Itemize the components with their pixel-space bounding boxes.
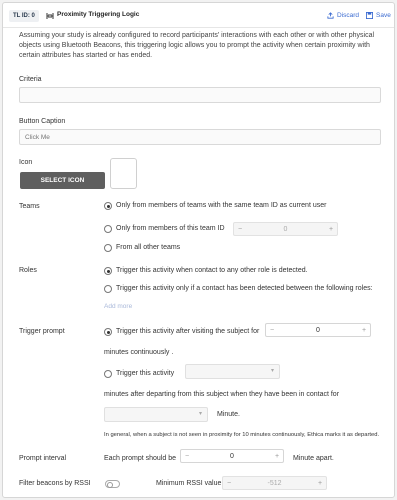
tl-id-badge: TL ID: 0 [9, 10, 39, 22]
criteria-input[interactable] [19, 87, 381, 103]
filter-beacons-label: Filter beacons by RSSI [19, 480, 91, 487]
min-rssi-increment[interactable]: + [314, 480, 326, 487]
min-rssi-value: -512 [267, 479, 282, 487]
filter-beacons-toggle[interactable] [105, 480, 120, 488]
criteria-label: Criteria [19, 76, 42, 83]
trigger-radio-after-visiting[interactable] [104, 328, 112, 336]
prompt-interval-stepper[interactable]: − 0 + [180, 449, 284, 463]
chevron-down-icon: ▾ [198, 411, 202, 417]
trigger-option-after-departing: Trigger this activity [116, 370, 175, 377]
save-icon [366, 12, 373, 19]
discard-label: Discard [337, 12, 360, 19]
teams-radio-same-team[interactable] [104, 202, 112, 210]
visiting-minutes-decrement[interactable]: − [266, 327, 278, 334]
min-rssi-stepper[interactable]: − -512 + [222, 476, 327, 490]
discard-icon [327, 12, 334, 19]
prompt-interval-suffix: Minute apart. [293, 455, 334, 462]
visiting-minutes-value: 0 [316, 326, 320, 334]
header-divider [3, 27, 394, 28]
teams-radio-all-other[interactable] [104, 244, 112, 252]
departing-minutes-select[interactable]: ▾ [185, 364, 280, 379]
description-text: Assuming your study is already configure… [19, 32, 375, 59]
button-caption-label: Button Caption [19, 118, 66, 125]
logic-title: Proximity Triggering Logic [57, 11, 140, 18]
discard-button[interactable]: Discard [327, 12, 359, 19]
proximity-icon [46, 13, 54, 19]
trigger-prompt-label: Trigger prompt [19, 328, 65, 335]
minutes-after-departing-text: minutes after departing from this subjec… [104, 391, 340, 398]
chevron-down-icon: ▾ [270, 368, 274, 374]
roles-option-any: Trigger this activity when contact to an… [116, 267, 308, 274]
team-id-increment[interactable]: + [325, 226, 337, 233]
icon-label: Icon [19, 159, 33, 166]
select-icon-button[interactable]: SELECT ICON [20, 172, 105, 189]
prompt-interval-decrement[interactable]: − [181, 453, 193, 460]
minute-suffix: Minute. [217, 411, 240, 418]
proximity-logic-card: TL ID: 0 Proximity Triggering Logic Disc… [2, 2, 395, 498]
minutes-continuously-text: minutes continuously . [104, 349, 174, 356]
teams-label: Teams [19, 203, 40, 210]
contact-minutes-select[interactable]: ▾ [104, 407, 208, 422]
prompt-interval-prefix: Each prompt should be [104, 455, 176, 462]
trigger-radio-after-departing[interactable] [104, 370, 112, 378]
teams-option-all-other: From all other teams [116, 244, 181, 251]
team-id-decrement[interactable]: − [234, 226, 246, 233]
roles-option-specific: Trigger this activity only if a contact … [116, 285, 373, 292]
teams-option-same-team: Only from members of teams with the same… [116, 202, 327, 209]
team-id-stepper[interactable]: − 0 + [233, 222, 338, 236]
trigger-option-after-visiting: Trigger this activity after visiting the… [116, 328, 260, 335]
prompt-interval-value: 0 [230, 452, 234, 460]
teams-option-team-id: Only from members of this team ID [116, 225, 225, 232]
visiting-minutes-increment[interactable]: + [358, 327, 370, 334]
prompt-interval-label: Prompt interval [19, 455, 67, 462]
team-id-value: 0 [283, 225, 288, 233]
roles-radio-specific[interactable] [104, 285, 112, 293]
roles-label: Roles [19, 267, 37, 274]
card-header: TL ID: 0 Proximity Triggering Logic Disc… [3, 3, 394, 27]
departure-note: In general, when a subject is not seen i… [104, 432, 380, 438]
min-rssi-decrement[interactable]: − [223, 480, 235, 487]
icon-preview[interactable] [110, 158, 137, 189]
prompt-interval-increment[interactable]: + [271, 453, 283, 460]
min-rssi-label: Minimum RSSI value: [156, 480, 224, 487]
roles-radio-any[interactable] [104, 267, 112, 275]
teams-radio-team-id[interactable] [104, 225, 112, 233]
save-button[interactable]: Save [366, 12, 391, 19]
add-more-link[interactable]: Add more [104, 303, 132, 310]
button-caption-input[interactable] [19, 129, 381, 145]
save-label: Save [376, 12, 391, 19]
visiting-minutes-stepper[interactable]: − 0 + [265, 323, 371, 337]
